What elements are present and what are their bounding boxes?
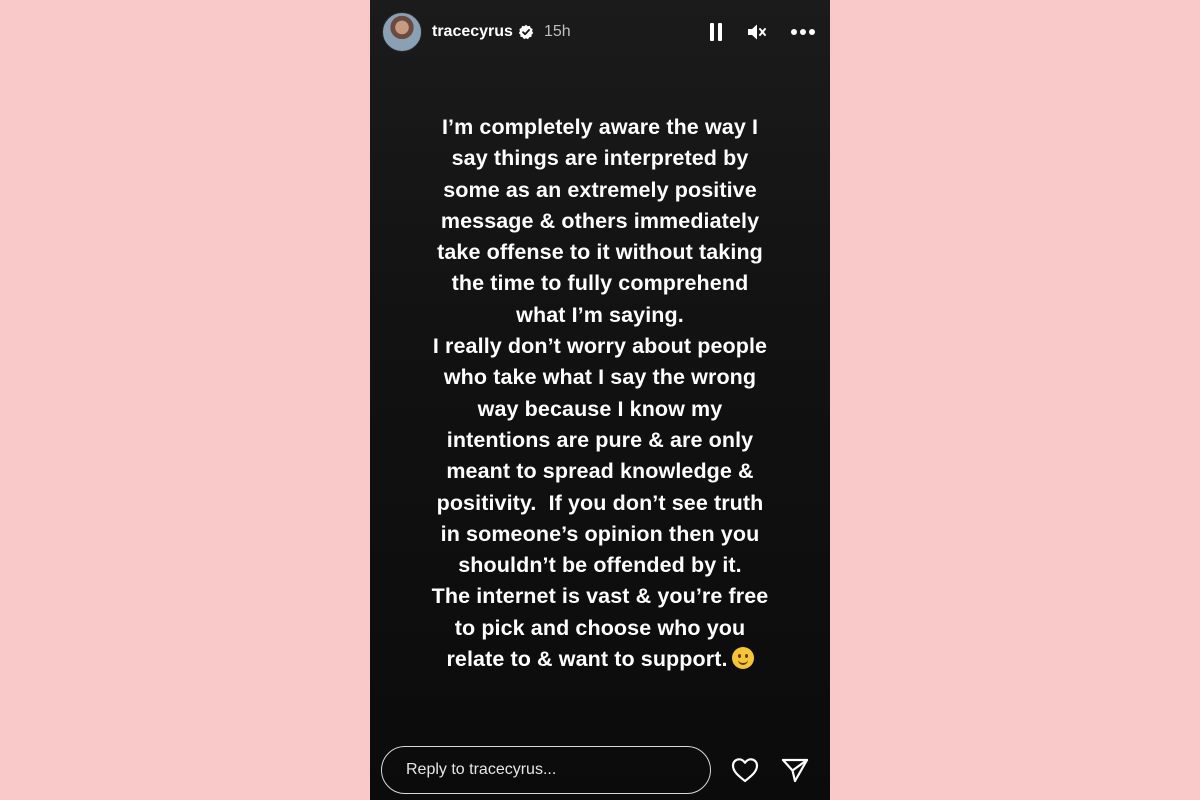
send-icon[interactable] xyxy=(780,756,810,784)
post-time: 15h xyxy=(543,23,571,40)
story-header: tracecyrus 15h xyxy=(382,12,816,52)
story-line: some as an extremely positive xyxy=(443,177,757,202)
story-line: the time to fully comprehend xyxy=(451,271,749,296)
story-line: way because I know my xyxy=(477,396,723,421)
story-footer xyxy=(381,744,814,796)
story-line: meant to spread knowledge & xyxy=(446,459,754,484)
heart-icon[interactable] xyxy=(730,756,760,784)
story-line: shouldn’t be offended by it. xyxy=(458,553,742,578)
story-last-line: relate to & want to support. xyxy=(370,644,830,675)
reply-input[interactable] xyxy=(381,746,711,794)
verified-badge-icon xyxy=(518,24,534,40)
story-line: in someone’s opinion then you xyxy=(440,521,760,546)
story-line: intentions are pure & are only xyxy=(446,427,754,452)
pause-icon[interactable] xyxy=(708,22,724,42)
story-line: message & others immediately xyxy=(440,208,760,233)
story-line: I’m completely aware the way I xyxy=(441,115,759,139)
story-line: The internet is vast & you’re free xyxy=(431,584,769,609)
story-text: I’m completely aware the way I say thing… xyxy=(370,112,830,675)
story-line: say things are interpreted by xyxy=(451,146,749,171)
story-line: take offense to it without taking xyxy=(437,240,763,265)
story-line: I really don’t worry about people xyxy=(432,334,768,359)
muted-speaker-icon[interactable] xyxy=(746,22,768,42)
story-controls xyxy=(708,22,816,42)
username[interactable]: tracecyrus xyxy=(432,23,513,41)
story-line: relate to & want to support. xyxy=(446,647,728,672)
story-line: what I’m saying. xyxy=(516,302,684,327)
story-line: who take what I say the wrong xyxy=(443,365,757,390)
slightly-smiling-face-emoji xyxy=(731,647,754,670)
more-options-icon[interactable] xyxy=(790,28,816,36)
story-viewer: tracecyrus 15h I’m completely aware the … xyxy=(370,0,830,800)
story-line: to pick and choose who you xyxy=(454,615,746,640)
avatar[interactable] xyxy=(382,12,422,52)
story-line: positivity. If you don’t see truth xyxy=(436,490,764,515)
